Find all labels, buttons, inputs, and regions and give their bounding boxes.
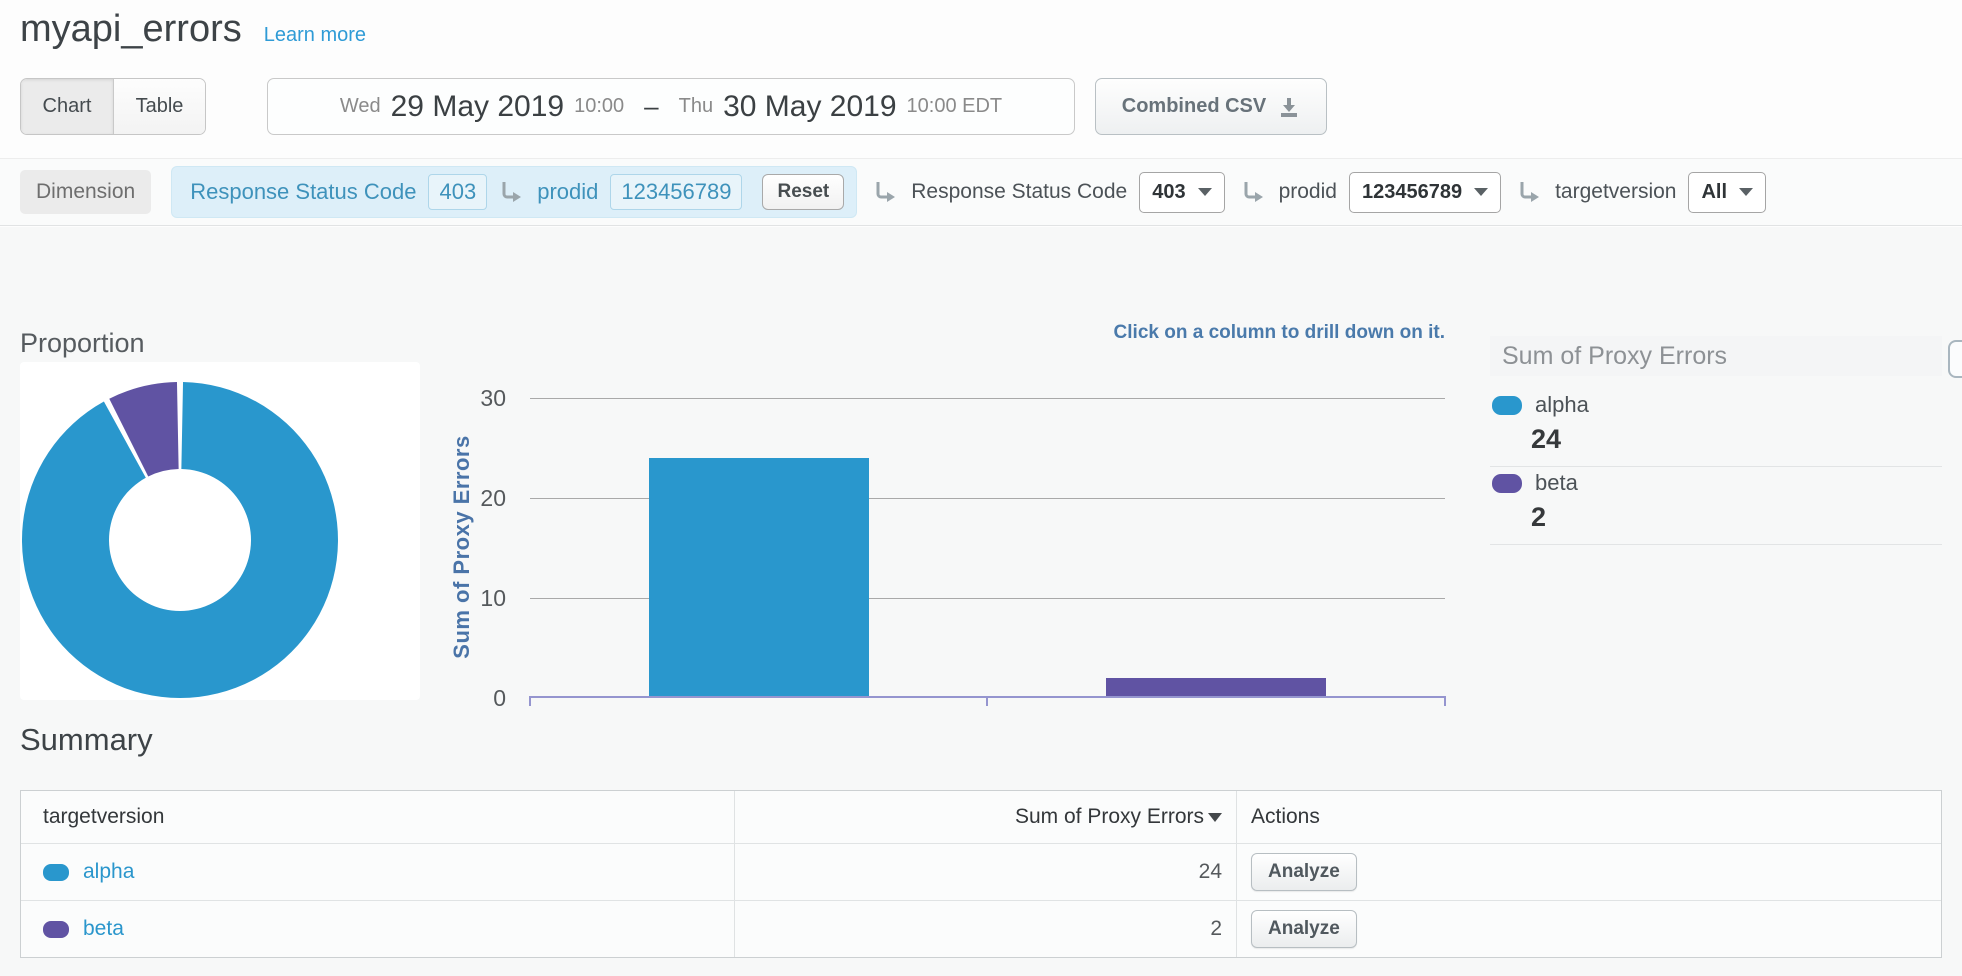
bar-beta[interactable] bbox=[1106, 678, 1326, 698]
end-time: 10:00 EDT bbox=[907, 95, 1003, 118]
breadcrumb-dim2-label: prodid bbox=[537, 179, 598, 205]
drilldown-hint: Click on a column to drill down on it. bbox=[950, 322, 1445, 344]
end-date: 30 May 2019 bbox=[723, 90, 896, 124]
legend-swatch-alpha bbox=[1492, 396, 1522, 415]
drilldown-prodid: prodid 123456789 bbox=[1241, 172, 1502, 213]
value-cell: 2 bbox=[734, 901, 1236, 957]
download-icon bbox=[1278, 96, 1300, 118]
combined-csv-button[interactable]: Combined CSV bbox=[1095, 78, 1327, 135]
page-header: myapi_errors Learn more bbox=[20, 8, 366, 51]
sum-value: 24 bbox=[1199, 860, 1222, 884]
legend-swatch-beta bbox=[1492, 474, 1522, 493]
reset-button[interactable]: Reset bbox=[762, 174, 844, 210]
column-header-actions: Actions bbox=[1236, 791, 1941, 843]
y-tick-20: 20 bbox=[438, 485, 506, 512]
legend-value-alpha: 24 bbox=[1531, 424, 1561, 455]
actions-cell: Analyze bbox=[1236, 901, 1941, 957]
combined-csv-label: Combined CSV bbox=[1122, 95, 1266, 118]
dropdown-value: All bbox=[1701, 181, 1727, 204]
start-time: 10:00 bbox=[574, 95, 624, 118]
summary-table: targetversion Sum of Proxy Errors Action… bbox=[20, 790, 1942, 958]
analytics-dashboard: myapi_errors Learn more Chart Table Wed … bbox=[0, 0, 1962, 976]
legend-divider bbox=[1490, 544, 1942, 545]
dimension-label: Dimension bbox=[20, 170, 151, 214]
legend-edge-button[interactable] bbox=[1948, 340, 1962, 378]
legend-value-beta: 2 bbox=[1531, 502, 1546, 533]
date-range-separator: – bbox=[644, 91, 658, 122]
sort-desc-icon bbox=[1208, 813, 1222, 822]
table-header-row: targetversion Sum of Proxy Errors Action… bbox=[21, 791, 1941, 843]
breadcrumb-dim2-value: 123456789 bbox=[610, 174, 742, 210]
end-day: Thu bbox=[679, 95, 713, 118]
dropdown-value: 123456789 bbox=[1362, 181, 1462, 204]
x-axis-tick bbox=[529, 698, 531, 706]
y-axis-tick-labels: 0102030 bbox=[438, 398, 516, 714]
bar-plot-area bbox=[530, 398, 1445, 698]
chevron-down-icon bbox=[1474, 188, 1488, 196]
page-title: myapi_errors bbox=[20, 8, 242, 51]
actions-cell: Analyze bbox=[1236, 844, 1941, 900]
drilldown-arrow-icon bbox=[1241, 179, 1267, 205]
x-axis-tick bbox=[986, 698, 988, 706]
sum-value: 2 bbox=[1210, 917, 1222, 941]
legend-title: Sum of Proxy Errors bbox=[1490, 336, 1942, 376]
view-toggle: Chart Table bbox=[20, 78, 206, 135]
column-header-label: targetversion bbox=[43, 805, 164, 829]
chevron-down-icon bbox=[1198, 188, 1212, 196]
donut-chart bbox=[20, 362, 420, 700]
tab-table[interactable]: Table bbox=[113, 79, 205, 134]
y-tick-0: 0 bbox=[438, 685, 506, 712]
drilldown-label: Response Status Code bbox=[911, 180, 1127, 204]
analyze-button-beta[interactable]: Analyze bbox=[1251, 910, 1357, 948]
column-header-label: Sum of Proxy Errors bbox=[1015, 805, 1204, 829]
bar-alpha[interactable] bbox=[649, 458, 869, 698]
value-cell: 24 bbox=[734, 844, 1236, 900]
y-tick-30: 30 bbox=[438, 385, 506, 412]
drilldown-label: prodid bbox=[1279, 180, 1337, 204]
proportion-donut-card bbox=[20, 362, 420, 700]
dropdown-value: 403 bbox=[1152, 181, 1185, 204]
targetversion-link-beta[interactable]: beta bbox=[83, 917, 124, 941]
drilldown-arrow-icon bbox=[499, 179, 525, 205]
table-row-beta: beta 2 Analyze bbox=[21, 900, 1941, 957]
drilldown-label: targetversion bbox=[1555, 180, 1676, 204]
x-axis-tick bbox=[1444, 698, 1446, 706]
legend-divider bbox=[1490, 466, 1942, 467]
drilldown-arrow-icon bbox=[873, 179, 899, 205]
drilldown-response-status-code: Response Status Code 403 bbox=[873, 172, 1224, 213]
analyze-button-alpha[interactable]: Analyze bbox=[1251, 853, 1357, 891]
series-swatch-beta bbox=[43, 921, 69, 938]
column-header-sum-proxy-errors[interactable]: Sum of Proxy Errors bbox=[734, 791, 1236, 843]
prodid-dropdown[interactable]: 123456789 bbox=[1349, 172, 1501, 213]
targetversion-dropdown[interactable]: All bbox=[1688, 172, 1766, 213]
response-status-code-dropdown[interactable]: 403 bbox=[1139, 172, 1224, 213]
y-tick-10: 10 bbox=[438, 585, 506, 612]
learn-more-link[interactable]: Learn more bbox=[264, 24, 366, 47]
drilldown-targetversion: targetversion All bbox=[1517, 172, 1766, 213]
legend-label-beta: beta bbox=[1535, 470, 1578, 496]
column-header-targetversion: targetversion bbox=[21, 791, 734, 843]
start-day: Wed bbox=[340, 95, 381, 118]
gridline-30 bbox=[530, 398, 1445, 399]
drilldown-arrow-icon bbox=[1517, 179, 1543, 205]
chevron-down-icon bbox=[1739, 188, 1753, 196]
targetversion-cell: alpha bbox=[21, 844, 734, 900]
summary-title: Summary bbox=[20, 722, 153, 758]
tab-chart[interactable]: Chart bbox=[21, 79, 113, 134]
start-date: 29 May 2019 bbox=[391, 90, 564, 124]
proportion-title: Proportion bbox=[20, 328, 145, 359]
column-header-label: Actions bbox=[1251, 805, 1320, 829]
filter-breadcrumb: Response Status Code 403 prodid 12345678… bbox=[171, 166, 857, 218]
breadcrumb-metric-label: Response Status Code bbox=[190, 179, 416, 205]
breadcrumb-metric-value: 403 bbox=[428, 174, 487, 210]
donut-slice-alpha bbox=[22, 382, 338, 698]
date-range-picker[interactable]: Wed 29 May 2019 10:00 – Thu 30 May 2019 … bbox=[267, 78, 1075, 135]
filter-strip: Dimension Response Status Code 403 prodi… bbox=[0, 158, 1962, 226]
series-swatch-alpha bbox=[43, 864, 69, 881]
targetversion-link-alpha[interactable]: alpha bbox=[83, 860, 134, 884]
targetversion-cell: beta bbox=[21, 901, 734, 957]
legend-label-alpha: alpha bbox=[1535, 392, 1589, 418]
table-row-alpha: alpha 24 Analyze bbox=[21, 843, 1941, 900]
toolbar: Chart Table Wed 29 May 2019 10:00 – Thu … bbox=[0, 78, 1962, 136]
